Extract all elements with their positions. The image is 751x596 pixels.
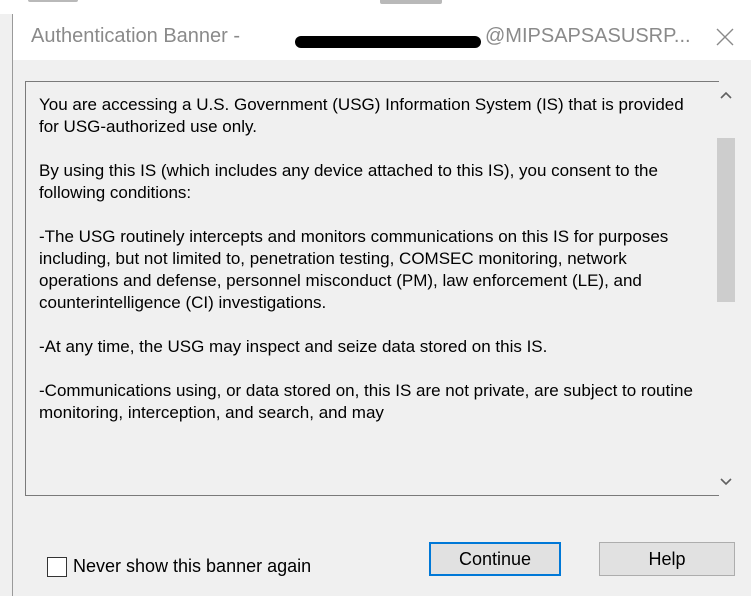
background-window-edge	[0, 0, 751, 14]
chevron-down-icon	[720, 478, 732, 486]
scrollbar-thumb[interactable]	[717, 138, 735, 302]
title-bar[interactable]: Authentication Banner - @MIPSAPSASUSRP..…	[13, 14, 751, 60]
close-icon	[716, 28, 734, 46]
banner-paragraph: -The USG routinely intercepts and monito…	[39, 227, 669, 312]
scroll-up-button[interactable]	[713, 82, 739, 108]
never-show-checkbox-row[interactable]: Never show this banner again	[47, 556, 311, 577]
never-show-checkbox[interactable]	[47, 556, 67, 577]
close-button[interactable]	[705, 20, 745, 54]
background-window-left	[0, 14, 12, 596]
continue-button[interactable]: Continue	[429, 542, 561, 576]
banner-paragraph: By using this IS (which includes any dev…	[39, 161, 658, 202]
background-fragment	[28, 0, 78, 2]
chevron-up-icon	[720, 91, 732, 99]
banner-paragraph: You are accessing a U.S. Government (USG…	[39, 95, 684, 136]
redacted-username	[295, 36, 481, 48]
banner-paragraph: -Communications using, or data stored on…	[39, 381, 693, 422]
authentication-banner-dialog: Authentication Banner - @MIPSAPSASUSRP..…	[12, 14, 751, 596]
banner-paragraph: -At any time, the USG may inspect and se…	[39, 337, 548, 356]
background-fragment	[380, 0, 442, 4]
banner-text: You are accessing a U.S. Government (USG…	[39, 94, 699, 446]
dialog-title-host: @MIPSAPSASUSRP...	[485, 25, 691, 47]
never-show-label[interactable]: Never show this banner again	[73, 556, 311, 577]
dialog-title: Authentication Banner -	[31, 25, 241, 47]
scroll-down-button[interactable]	[713, 469, 739, 495]
help-button[interactable]: Help	[599, 542, 735, 576]
banner-text-box[interactable]: You are accessing a U.S. Government (USG…	[25, 81, 719, 496]
vertical-scrollbar[interactable]	[713, 82, 739, 495]
